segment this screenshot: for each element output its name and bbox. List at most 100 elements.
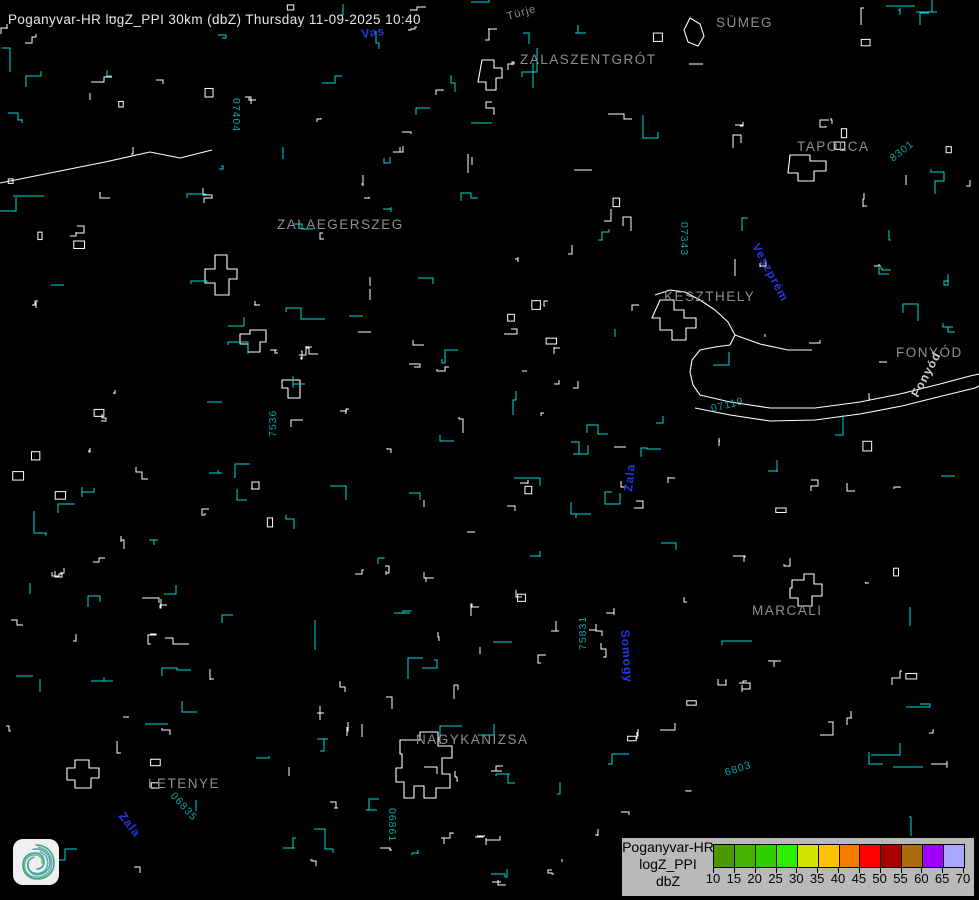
clutter-line	[378, 558, 384, 564]
road-number-label: 07404	[230, 98, 242, 132]
clutter-line	[314, 829, 333, 853]
clutter-line	[131, 147, 133, 154]
village-label: Türje	[506, 3, 538, 23]
clutter-line	[366, 799, 379, 810]
clutter-line	[8, 113, 22, 123]
clutter-line	[121, 536, 124, 549]
clutter-line	[929, 730, 934, 733]
clutter-line	[587, 425, 608, 434]
clutter-line	[516, 590, 522, 597]
clutter-line	[871, 743, 900, 755]
clutter-line	[340, 409, 349, 414]
village-outline	[55, 492, 65, 500]
legend-tick-label: 20	[744, 871, 766, 886]
clutter-line	[387, 448, 391, 453]
clutter-line	[283, 838, 296, 848]
clutter-line	[394, 611, 412, 613]
village-outline	[861, 39, 870, 45]
clutter-line	[245, 97, 256, 104]
village-outline	[151, 759, 161, 765]
clutter-line	[515, 257, 518, 262]
village-outline	[119, 101, 123, 107]
clutter-line	[408, 658, 423, 679]
clutter-line	[661, 543, 676, 550]
clutter-line	[380, 848, 392, 850]
clutter-line	[943, 323, 955, 332]
clutter-line	[568, 245, 572, 254]
clutter-line	[768, 460, 777, 472]
clutter-line	[422, 660, 437, 668]
road-number-label: 6803	[723, 759, 753, 779]
clutter-line	[966, 180, 970, 186]
clutter-line	[634, 501, 643, 508]
village-outline	[518, 594, 526, 601]
clutter-line	[742, 218, 748, 231]
clutter-line	[364, 197, 370, 198]
clutter-line	[310, 860, 316, 866]
clutter-line	[496, 774, 515, 783]
clutter-line	[668, 477, 675, 483]
clutter-line	[944, 274, 949, 285]
clutter-line	[641, 448, 661, 457]
clutter-line	[575, 25, 586, 33]
clutter-line	[218, 35, 226, 38]
clutter-line	[51, 285, 63, 286]
clutter-line	[632, 305, 639, 311]
legend-tick-label: 70	[952, 871, 974, 886]
clutter-line	[475, 836, 485, 837]
clutter-line	[623, 217, 631, 231]
legend-tick-label: 40	[827, 871, 849, 886]
clutter-line	[286, 515, 294, 529]
clutter-line	[237, 489, 247, 500]
city-label-tapolca: TAPOLCA	[797, 139, 870, 154]
clutter-line	[82, 487, 94, 497]
legend-swatch-40	[840, 845, 861, 867]
radar-screen: SÜMEGZALASZENTGRÓTTAPOLCAZALAEGERSZEGKES…	[0, 0, 979, 900]
clutter-line	[598, 229, 609, 240]
village-outline	[946, 147, 951, 153]
clutter-line	[409, 493, 420, 500]
clutter-line	[504, 329, 517, 334]
clutter-line	[573, 381, 578, 388]
clutter-line	[491, 766, 503, 771]
legend-tick-label: 45	[848, 871, 870, 886]
map-labels: SÜMEGZALASZENTGRÓTTAPOLCAZALAEGERSZEGKES…	[116, 3, 963, 842]
village-outline	[508, 314, 515, 321]
clutter-line	[142, 598, 159, 603]
clutter-line	[416, 108, 430, 115]
clutter-line	[26, 71, 41, 87]
clutter-line	[898, 8, 900, 15]
clutter-line	[162, 728, 170, 735]
legend-tick-label: 30	[785, 871, 807, 886]
village-outline	[38, 232, 42, 239]
road-number-label: 06861	[386, 808, 398, 842]
clutter-line	[869, 752, 883, 764]
legend-swatch-30	[798, 845, 819, 867]
legend-swatch-35	[819, 845, 840, 867]
lake-balaton-shoreline	[0, 150, 979, 421]
road-number-label: 8301	[887, 138, 916, 164]
clutter-line	[160, 599, 167, 608]
city-label-nagykanizsa: NAGYKANIZSA	[416, 732, 529, 747]
radar-product-title: Poganyvar-HR logZ_PPI 30km (dbZ) Thursda…	[8, 12, 421, 27]
clutter-line	[485, 29, 497, 40]
village-outline	[525, 486, 532, 493]
clutter-line	[156, 80, 163, 84]
clutter-line	[733, 135, 741, 148]
clutter-line	[386, 697, 392, 709]
village-outline	[267, 518, 272, 527]
clutter-line	[571, 442, 588, 454]
dbz-legend: Poganyvar-HR logZ_PPI dbZ 10152025303540…	[620, 836, 976, 898]
village-outline	[841, 129, 846, 138]
clutter-line	[769, 660, 781, 667]
clutter-line	[34, 511, 46, 535]
clutter-line	[162, 668, 191, 676]
clutter-line	[330, 486, 346, 500]
water-label: Veszprém	[749, 241, 791, 304]
city-label-keszthely: KESZTHELY	[664, 289, 755, 304]
spiral-icon	[13, 839, 59, 885]
clutter-line	[714, 352, 729, 366]
clutter-line	[91, 677, 113, 681]
clutter-line	[317, 118, 321, 122]
clutter-line	[209, 470, 222, 473]
